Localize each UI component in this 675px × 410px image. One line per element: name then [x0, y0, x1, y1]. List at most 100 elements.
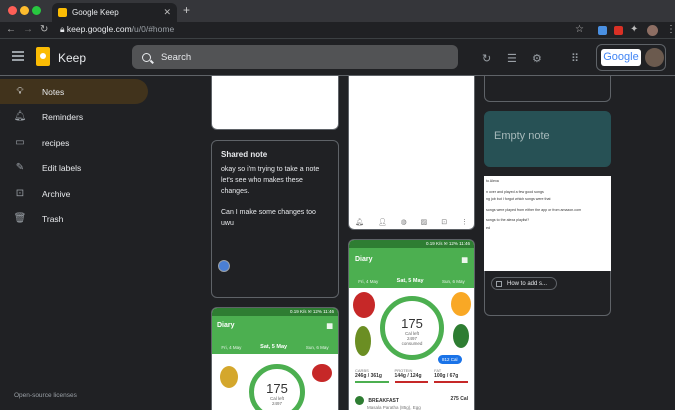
- lightbulb-icon: 💡︎: [16, 86, 24, 97]
- main-menu-icon[interactable]: [12, 51, 24, 61]
- extension-icon[interactable]: [614, 26, 623, 35]
- diary-title: Diary: [355, 256, 373, 263]
- day-current: Sat, 5 May: [260, 344, 288, 350]
- diary-app-bar: Diary ▦: [349, 248, 474, 274]
- sidebar: 💡︎ Notes 🔔︎ Reminders ▭ recipes ✎ Edit l…: [0, 76, 175, 410]
- sidebar-item-notes[interactable]: 💡︎ Notes: [0, 79, 148, 104]
- calendar-icon: ▦: [461, 257, 468, 264]
- forward-arrow-icon[interactable]: →: [23, 24, 33, 35]
- trash-icon: 🗑︎: [13, 213, 27, 224]
- calorie-ring: 175 Cal left 2497: [249, 364, 305, 410]
- profile-avatar[interactable]: [647, 25, 658, 36]
- maximize-window-button[interactable]: [32, 6, 41, 15]
- refresh-icon[interactable]: ↻: [482, 52, 491, 65]
- settings-gear-icon[interactable]: ⚙: [532, 52, 542, 65]
- remind-me-icon[interactable]: 🔔︎: [355, 218, 364, 226]
- bookmark-star-icon[interactable]: ☆: [575, 24, 584, 35]
- sidebar-item-label: Edit labels: [42, 162, 82, 173]
- palette-icon[interactable]: ◍: [401, 218, 407, 226]
- note-link-chip[interactable]: How to add s...: [491, 277, 557, 290]
- note-card-diary-screenshot[interactable]: 0.19 K/s ✉ 12% 11:46 Diary ▦ Fri, 4 May …: [348, 239, 475, 410]
- search-input[interactable]: Search: [132, 45, 458, 69]
- apps-grid-icon[interactable]: ⠿: [571, 52, 579, 65]
- browser-tab[interactable]: Google Keep ✕: [52, 3, 177, 22]
- macros-row: CARBS 246g / 361g PROTEIN 144g / 124g FAT 1…: [355, 368, 468, 383]
- open-source-licenses-link[interactable]: Open-source licenses: [14, 392, 77, 399]
- note-body: Can I make some changes too uwu: [221, 209, 316, 227]
- address-bar[interactable]: 🔒︎ keep.google.com/u/0/#home: [60, 24, 174, 35]
- note-card-shared[interactable]: Shared note okay so i'm trying to take a…: [211, 140, 339, 298]
- add-image-icon[interactable]: ▨: [421, 218, 428, 226]
- sidebar-item-archive[interactable]: ⊡ Archive: [0, 181, 148, 206]
- reload-icon[interactable]: ↻: [40, 24, 48, 35]
- bell-icon: 🔔︎: [13, 111, 27, 122]
- link-chip-label: How to add s...: [507, 280, 548, 287]
- browser-menu-icon[interactable]: ⋮: [666, 24, 675, 35]
- sidebar-item-label: Trash: [42, 213, 64, 224]
- google-wordmark: Google: [601, 49, 641, 66]
- alexa-line: songs to the alexa playlist?: [486, 218, 530, 222]
- app-name: Keep: [58, 51, 87, 65]
- lock-icon: 🔒︎: [60, 24, 65, 34]
- meal-calories: 275 Cal: [450, 396, 468, 402]
- url-path: /u/0/#home: [131, 24, 175, 34]
- meal-item: Masala Paratha (85g), Egg: [367, 405, 421, 410]
- label-tag-icon: ▭: [15, 137, 25, 148]
- tab-close-icon[interactable]: ✕: [163, 7, 171, 18]
- note-card-top[interactable]: [484, 76, 611, 102]
- archive-box-icon: ⊡: [15, 188, 25, 199]
- extension-icon[interactable]: [598, 26, 607, 35]
- more-icon[interactable]: ⋮: [461, 218, 468, 226]
- note-card-empty[interactable]: Empty note: [484, 111, 611, 167]
- note-toolbar: 🔔︎ 👤︎ ◍ ▨ ⊡ ⋮: [355, 218, 468, 226]
- search-placeholder: Search: [161, 51, 192, 63]
- new-tab-button[interactable]: +: [183, 3, 190, 17]
- keep-header: Keep Search ↻ ☰ ⚙ ⠿ Google: [0, 40, 675, 76]
- list-view-icon[interactable]: ☰: [507, 52, 517, 65]
- macro-protein: PROTEIN 144g / 124g: [394, 368, 429, 383]
- day-next: Sun, 6 May: [305, 344, 329, 350]
- vegetable-illustration: [353, 292, 375, 318]
- note-card-image[interactable]: [211, 76, 339, 130]
- collaborator-avatar[interactable]: [218, 260, 230, 272]
- note-card-white-image[interactable]: 🔔︎ 👤︎ ◍ ▨ ⊡ ⋮: [348, 76, 475, 230]
- calorie-goal: 2497: [271, 401, 282, 406]
- note-title: Shared note: [221, 150, 268, 159]
- sidebar-item-trash[interactable]: 🗑︎ Trash: [0, 206, 148, 231]
- note-body: okay so i'm trying to take a note let's …: [221, 166, 320, 195]
- vegetable-illustration: [312, 364, 332, 382]
- pencil-icon: ✎: [15, 162, 25, 173]
- url-host: keep.google.com: [66, 24, 132, 34]
- sidebar-item-reminders[interactable]: 🔔︎ Reminders: [0, 104, 148, 129]
- close-window-button[interactable]: [8, 6, 17, 15]
- meal-icon: [355, 396, 364, 405]
- browser-toolbar: ← → ↻ 🔒︎ keep.google.com/u/0/#home ☆ ✦ ⋮: [0, 22, 675, 39]
- day-prev: Fri, 4 May: [221, 344, 242, 350]
- keep-logo-icon: [36, 47, 50, 66]
- alexa-line: to Alexa: [486, 179, 499, 183]
- note-card-diary-screenshot[interactable]: 0.19 K/s ✉ 12% 11:46 Diary ▦ Fri, 4 May …: [211, 307, 339, 410]
- sidebar-item-label: Archive: [42, 188, 71, 199]
- sidebar-item-label: Notes: [42, 86, 65, 97]
- calories-left-value: 175: [266, 381, 288, 396]
- alexa-line: n over and played a few good songs: [486, 189, 544, 194]
- collaborator-icon[interactable]: 👤︎: [378, 218, 387, 226]
- account-avatar[interactable]: [645, 48, 664, 67]
- archive-icon[interactable]: ⊡: [441, 218, 447, 226]
- calendar-icon: ▦: [326, 323, 333, 330]
- day-next: Sun, 6 May: [442, 278, 465, 284]
- back-arrow-icon[interactable]: ←: [6, 24, 16, 35]
- sidebar-item-edit-labels[interactable]: ✎ Edit labels: [0, 155, 148, 180]
- vegetable-illustration: [220, 366, 238, 388]
- sidebar-item-recipes[interactable]: ▭ recipes: [0, 130, 148, 155]
- extensions-puzzle-icon[interactable]: ✦: [630, 24, 638, 35]
- google-account-box[interactable]: Google: [596, 44, 666, 71]
- tab-title: Google Keep: [72, 8, 119, 17]
- sidebar-item-label: recipes: [42, 137, 70, 148]
- calorie-ring: 175 Cal left 2497 consumed: [380, 296, 444, 360]
- vegetable-illustration: [453, 324, 469, 348]
- keep-favicon-icon: [58, 8, 67, 17]
- minimize-window-button[interactable]: [20, 6, 29, 15]
- diary-day-strip: Fri, 4 May Sat, 5 May Sun, 6 May: [349, 274, 474, 288]
- alexa-line: ed: [486, 225, 490, 230]
